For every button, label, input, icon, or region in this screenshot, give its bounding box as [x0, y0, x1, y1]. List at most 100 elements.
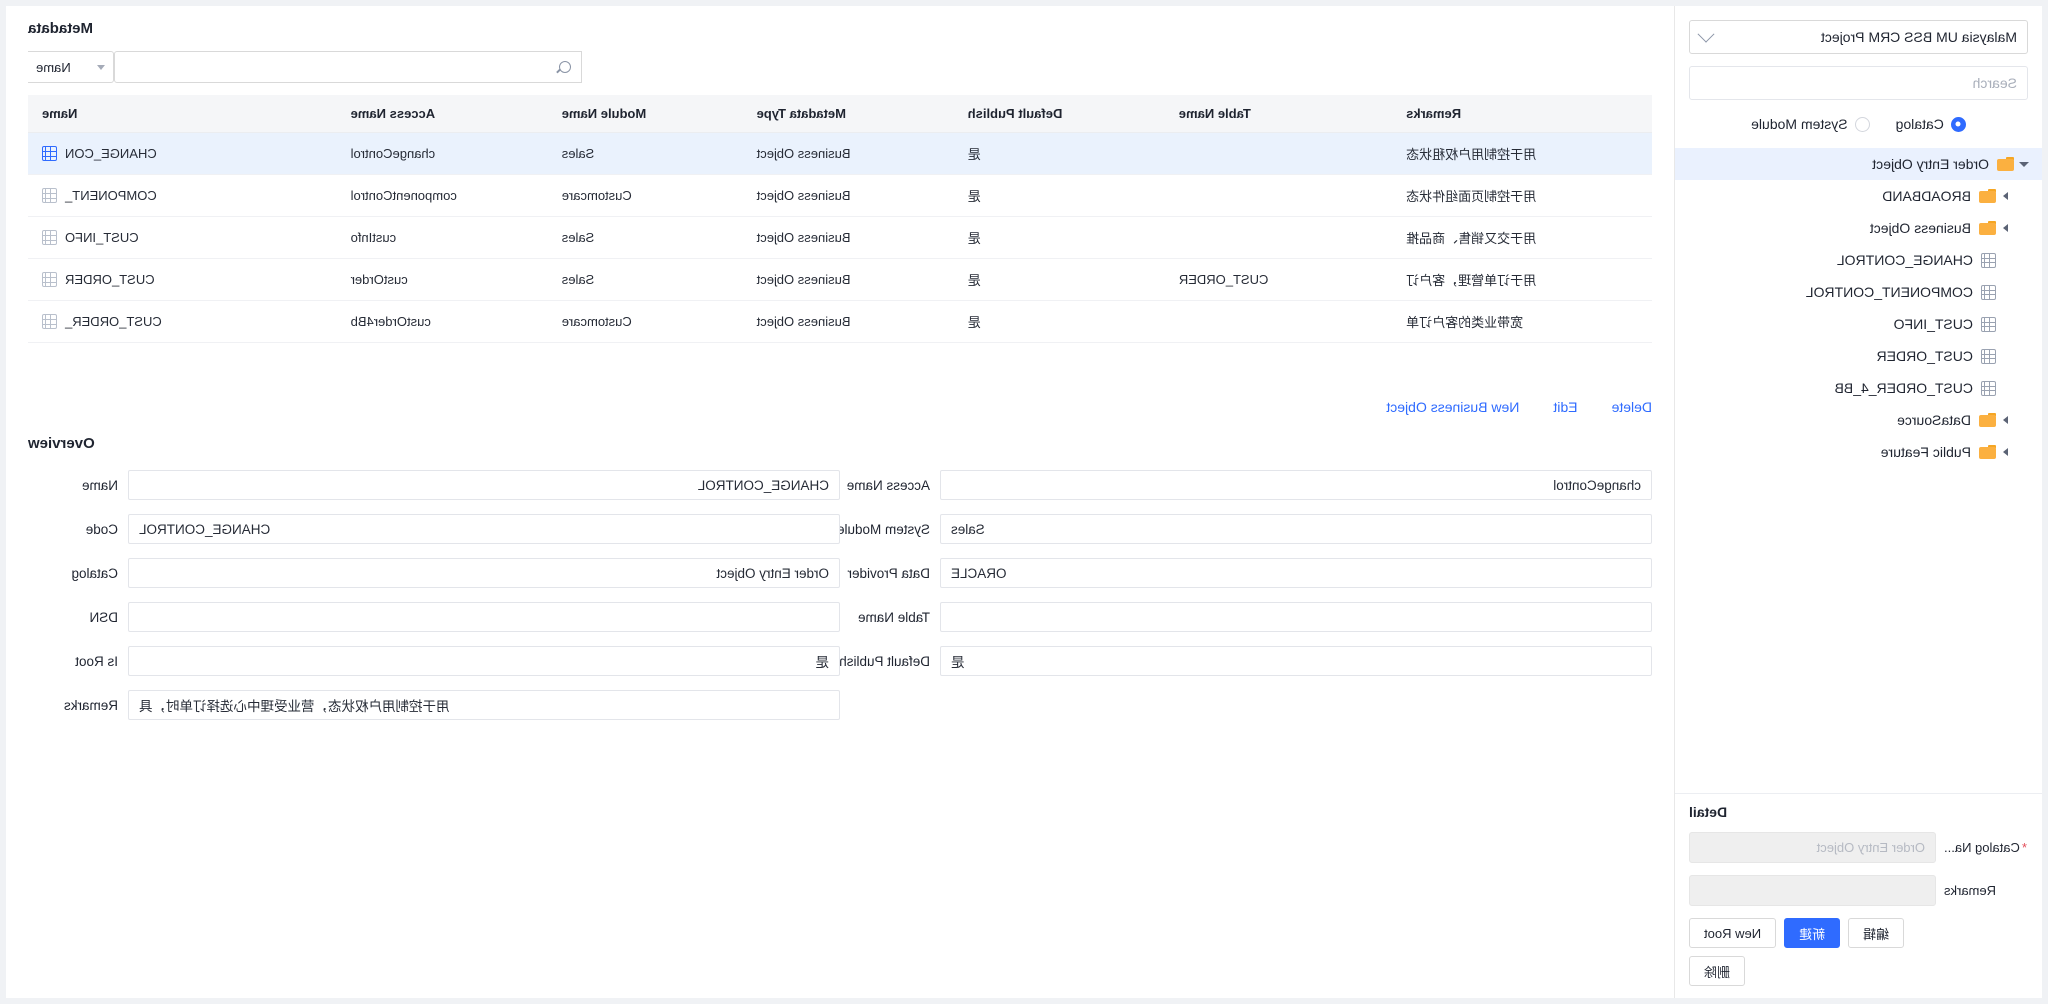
metadata-action-links: Delete Edit New Business Object: [28, 343, 1652, 425]
overview-field-system-module-label: System Module: [836, 521, 930, 537]
column-header-metadata-type[interactable]: Metadata Type: [742, 95, 954, 133]
radio-option-system-module[interactable]: System Module: [1751, 116, 1870, 132]
tree-node-order-entry-object[interactable]: Order Entry Object: [1675, 148, 2042, 180]
radio-option-catalog[interactable]: Catalog: [1896, 116, 1966, 132]
column-header-remarks[interactable]: Remarks: [1392, 95, 1652, 133]
catalog-search-input[interactable]: [1700, 75, 2017, 91]
overview-field-is-root-input[interactable]: 是: [128, 646, 840, 676]
tree-node-broadband[interactable]: BROADBAND: [1675, 180, 2042, 212]
overview-field-data-provider: ORACLE Data Provider: [840, 558, 1652, 588]
table-icon: [42, 188, 57, 203]
column-header-default-publish[interactable]: Default Publish: [953, 95, 1165, 133]
tree-expand-toggle[interactable]: [1996, 224, 2016, 232]
new-button[interactable]: 新建: [1784, 918, 1841, 948]
detail-field-remarks-label: Remarks: [1944, 883, 1997, 898]
overview-field-remarks-input[interactable]: 用于控制用户权状态，营业受理中心选择订单时，具: [128, 690, 840, 720]
overview-field-data-provider-input[interactable]: ORACLE: [940, 558, 1652, 588]
overview-field-catalog: Order Entry Object Catalog: [28, 558, 840, 588]
tree-node-business-object[interactable]: Business Object: [1675, 212, 2042, 244]
tree-node-cust-info[interactable]: CUST_INFO: [1675, 308, 2042, 340]
detail-field-catalog-name-label: *Catalog Na...: [1936, 840, 2028, 855]
metadata-panel: Metadata Name Remarks Table Name Default…: [6, 6, 1674, 998]
cell-module-name: Sales: [547, 132, 743, 175]
folder-open-icon: [1997, 157, 2014, 171]
metadata-filter-field-select[interactable]: Name: [28, 51, 114, 83]
tree-expand-toggle[interactable]: [1996, 448, 2016, 456]
detail-section-title: Detail: [1689, 804, 1728, 820]
cell-table-name: [1164, 132, 1393, 175]
edit-link[interactable]: Edit: [1553, 399, 1577, 415]
tree-node-label: Business Object: [1869, 220, 1971, 236]
overview-field-data-provider-label: Data Provider: [847, 565, 930, 581]
cell-name-text: CHANGE_CON: [65, 146, 157, 161]
table-icon: [42, 272, 57, 287]
search-icon: [559, 61, 571, 73]
column-header-module-name[interactable]: Module Name: [547, 95, 743, 133]
table-row[interactable]: 用于交又销售、商品推 是 Business Object Sales custI…: [28, 216, 1652, 259]
cell-name: CUST_ORDER_: [28, 300, 337, 343]
table-icon: [1981, 252, 1996, 268]
catalog-search-box[interactable]: [1689, 66, 2028, 100]
overview-field-catalog-label: Catalog: [71, 565, 118, 581]
delete-link[interactable]: Delete: [1612, 399, 1652, 415]
overview-field-name-input[interactable]: CHANGE_CONTROL: [128, 470, 840, 500]
table-row[interactable]: 用于控制页面组件状态 是 Business Object Customcare …: [28, 174, 1652, 217]
cell-name-text: CUST_INFO: [65, 230, 139, 245]
overview-field-default-publish-input[interactable]: 是: [940, 646, 1652, 676]
table-row[interactable]: 用于控制用户权租状态 是 Business Object Sales chang…: [28, 132, 1652, 175]
tree-node-datasource[interactable]: DataSource: [1675, 404, 2042, 436]
detail-button-row-secondary: 删除: [1689, 956, 2028, 986]
tree-expand-toggle[interactable]: [1996, 416, 2016, 424]
caret-right-icon: [2003, 192, 2009, 200]
radio-option-catalog-label: Catalog: [1895, 116, 1944, 132]
tree-node-label: BROADBAND: [1882, 188, 1971, 204]
tree-node-change-control[interactable]: CHANGE_CONTROL: [1675, 244, 2042, 276]
tree-node-label: CUST_INFO: [1893, 316, 1973, 332]
metadata-search-input[interactable]: [114, 51, 582, 83]
tree-expand-toggle[interactable]: [2014, 161, 2034, 167]
overview-field-system-module-input[interactable]: Sales: [940, 514, 1652, 544]
folder-icon: [1979, 445, 1996, 459]
radio-option-system-module-label: System Module: [1751, 116, 1848, 132]
detail-field-catalog-name-input[interactable]: Order Entry Object: [1689, 832, 1936, 863]
table-row[interactable]: 用于订单管理，客户订 CUST_ORDER 是 Business Object …: [28, 258, 1652, 301]
detail-label-text: Catalog Na...: [1944, 840, 2020, 855]
column-header-name[interactable]: Name: [28, 95, 337, 133]
overview-field-remarks-label: Remarks: [63, 697, 118, 713]
cell-module-name: Customcare: [547, 300, 743, 343]
tree-node-cust-order-4-bb[interactable]: CUST_ORDER_4_BB: [1675, 372, 2042, 404]
overview-field-name: CHANGE_CONTROL Name: [28, 470, 840, 500]
cell-default-publish: 是: [953, 174, 1165, 217]
cell-remarks: 用于控制用户权租状态: [1392, 132, 1652, 175]
detail-field-remarks-input[interactable]: [1689, 875, 1936, 906]
cell-remarks: 用于交又销售、商品推: [1392, 216, 1652, 259]
overview-field-name-label: Name: [81, 477, 118, 493]
tree-node-component-control[interactable]: COMPONENT_CONTROL: [1675, 276, 2042, 308]
delete-button[interactable]: 删除: [1689, 956, 1746, 986]
tree-node-public-feature[interactable]: Public Feature: [1675, 436, 2042, 468]
overview-field-access-name-input[interactable]: changeControl: [940, 470, 1652, 500]
column-header-access-name[interactable]: Access Name: [336, 95, 548, 133]
metadata-table: Remarks Table Name Default Publish Metad…: [28, 95, 1652, 343]
overview-field-dsn-input[interactable]: [128, 602, 840, 632]
table-icon: [42, 230, 57, 245]
table-row[interactable]: 宽带业类的客户订单 是 Business Object Customcare c…: [28, 300, 1652, 343]
overview-spacer: [840, 690, 1652, 720]
overview-field-catalog-input[interactable]: Order Entry Object: [128, 558, 840, 588]
overview-form: changeControl Access Name CHANGE_CONTROL…: [28, 470, 1652, 720]
cell-name-text: COMPONENT_: [65, 188, 157, 203]
tree-expand-toggle[interactable]: [1996, 192, 2016, 200]
new-business-object-link[interactable]: New Business Object: [1386, 399, 1519, 415]
cell-access-name: custOrder4Bb: [336, 300, 548, 343]
project-selector[interactable]: Malaysia UM BSS CRM Project: [1689, 20, 2028, 54]
overview-field-default-publish-label: Default Publish: [839, 653, 930, 669]
overview-field-table-name-input[interactable]: [940, 602, 1652, 632]
column-header-table-name[interactable]: Table Name: [1164, 95, 1393, 133]
table-icon: [1981, 316, 1996, 332]
edit-button[interactable]: 编辑: [1848, 918, 1905, 948]
overview-field-code-input[interactable]: CHANGE_CONTROL: [128, 514, 840, 544]
new-root-button[interactable]: New Root: [1689, 918, 1777, 948]
radio-unselected-icon: [1854, 116, 1870, 132]
overview-field-dsn-label: DSN: [89, 609, 118, 625]
tree-node-cust-order[interactable]: CUST_ORDER: [1675, 340, 2042, 372]
